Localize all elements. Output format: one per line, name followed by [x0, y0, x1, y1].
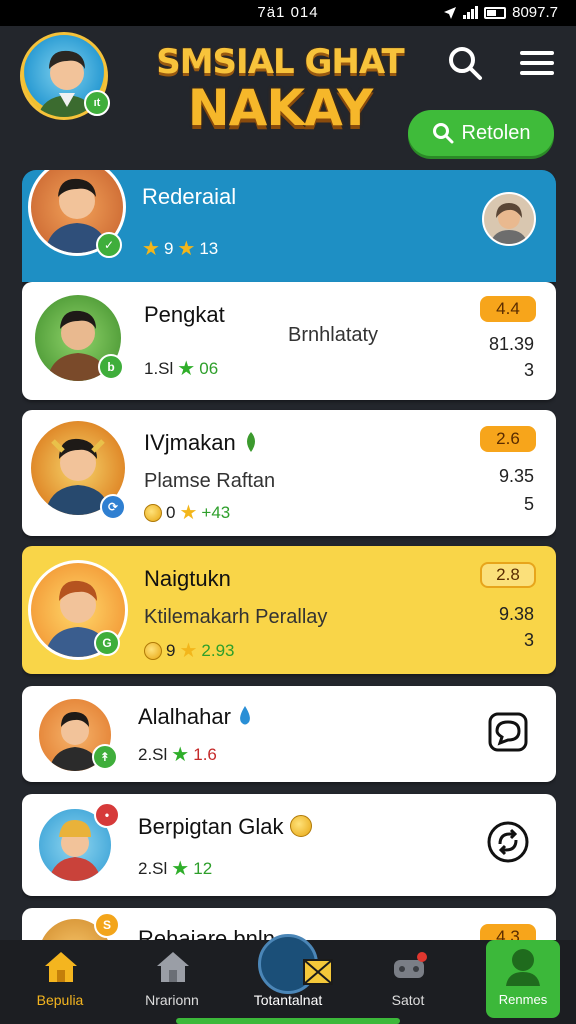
status-bar: 7ä1 014 8097.7 — [0, 0, 576, 26]
logo-line-2: NAKAY — [187, 79, 373, 137]
app-logo: SMSIAL GHAT NAKAY — [150, 42, 410, 134]
list-item[interactable]: ⟳ IVjmakan Plamse Raftan 0 ★ +43 2.6 9.3… — [22, 410, 556, 536]
contact-name: Rehaiare bnln — [138, 926, 275, 940]
center-button — [258, 934, 333, 994]
contact-name: Rederaial — [142, 184, 237, 209]
contact-subtitle: Ktilemakarh Perallay — [144, 606, 328, 628]
star-icon: ★ — [171, 858, 190, 880]
list-item[interactable]: • Berpigtan Glak 2.Sl ★ 12 — [22, 794, 556, 896]
star-icon: ★ — [171, 744, 190, 766]
coin-icon — [144, 503, 162, 522]
retolen-label: Retolen — [461, 121, 531, 144]
status-icons: 8097.7 — [443, 4, 558, 21]
small-avatar[interactable] — [482, 192, 536, 246]
star-icon: ★ — [177, 358, 196, 380]
contact-stats: 2.Sl ★ 12 — [138, 858, 213, 880]
contact-stats: 0 ★ +43 — [144, 500, 230, 525]
contact-name: Pengkat — [144, 302, 225, 327]
verified-badge: ✓ — [96, 232, 122, 258]
nav-label: Totantalnat — [253, 992, 323, 1008]
battery-text: 8097.7 — [512, 4, 558, 21]
nav-label: Bepulia — [36, 992, 84, 1008]
contact-name: IVjmakan — [144, 430, 260, 456]
nav-label: Nrarionn — [145, 992, 199, 1008]
nav-item-totantalnat[interactable]: Totantalnat — [240, 934, 336, 1024]
online-badge: ıt — [84, 90, 110, 116]
mail-icon — [303, 959, 333, 985]
nav-label: Renmes — [498, 992, 548, 1007]
metric-count: 3 — [523, 360, 534, 380]
contact-subtitle: Plamse Raftan — [144, 470, 276, 492]
gamepad-icon — [394, 952, 427, 978]
house-icon — [157, 952, 189, 982]
chat-icon — [488, 712, 528, 752]
contact-name: Naigtukn — [144, 566, 231, 591]
star-icon: ★ — [179, 502, 198, 524]
nav-item-nrarionn[interactable]: Nrarionn — [124, 940, 220, 1024]
refresh-button[interactable] — [486, 820, 530, 864]
metric-value: 81.39 — [488, 334, 534, 354]
nav-item-home[interactable]: Bepulia — [12, 940, 108, 1024]
score-badge: 4.3 — [480, 924, 536, 940]
list-item[interactable]: G Naigtukn Ktilemakarh Perallay 9 ★ 2.93… — [22, 546, 556, 674]
score-badge: 2.6 — [480, 426, 536, 452]
search-icon — [432, 123, 454, 144]
contact-stats: 9 ★ 2.93 — [144, 638, 235, 663]
retolen-button[interactable]: Retolen — [408, 110, 554, 156]
contact-list[interactable]: ✓ Rederaial ★ 9 ★ 13 b Pengkat Brnhlatat… — [22, 170, 556, 940]
list-item[interactable]: b Pengkat Brnhlataty 1.Sl ★ 06 4.4 81.39… — [22, 282, 556, 400]
notification-badge: • — [94, 802, 120, 828]
menu-icon — [520, 51, 554, 75]
nav-item-renmes[interactable]: Renmes — [486, 940, 560, 1018]
status-badge: b — [98, 354, 124, 380]
user-icon — [506, 949, 540, 986]
coin-icon — [289, 815, 312, 837]
logo-line-1: SMSIAL GHAT — [156, 42, 405, 82]
search-button[interactable] — [444, 42, 486, 84]
nav-label: Satot — [391, 992, 425, 1008]
metric-value: 9.35 — [498, 466, 534, 486]
star-icon: ★ — [177, 238, 196, 260]
list-item[interactable]: ↟ Alalhahar 2.Sl ★ 1.6 — [22, 686, 556, 782]
status-badge: S — [94, 912, 120, 938]
chat-button[interactable] — [486, 710, 530, 754]
battery-icon — [484, 6, 507, 19]
contact-stats: 1.Sl ★ 06 — [144, 358, 219, 380]
metric-count: 5 — [523, 494, 534, 514]
nav-item-satot[interactable]: Satot — [360, 940, 456, 1024]
score-badge: 4.4 — [480, 296, 536, 322]
status-badge: ↟ — [92, 744, 118, 770]
contact-stats: ★ 9 ★ 13 — [142, 238, 219, 260]
coin-icon — [144, 641, 162, 660]
contact-name: Berpigtan Glak — [138, 814, 312, 840]
signal-icon — [463, 6, 479, 19]
metric-value: 9.38 — [498, 604, 534, 624]
score-badge: 2.8 — [480, 562, 536, 588]
status-badge: ⟳ — [100, 494, 126, 520]
refresh-icon — [487, 821, 529, 863]
leaf-icon — [246, 432, 255, 452]
list-item[interactable]: ✓ Rederaial ★ 9 ★ 13 — [22, 170, 556, 282]
bottom-nav: Bepulia Nrarionn Totantalnat Satot Renme… — [0, 934, 576, 1024]
star-icon: ★ — [179, 640, 198, 662]
metric-count: 3 — [523, 630, 534, 650]
status-badge: G — [94, 630, 120, 656]
menu-button[interactable] — [516, 42, 558, 84]
contact-name: Alalhahar — [138, 704, 253, 730]
drop-icon — [240, 706, 250, 725]
app-header: ıt SMSIAL GHAT NAKAY Retolen — [0, 26, 576, 168]
location-icon — [444, 6, 457, 19]
star-icon: ★ — [142, 238, 160, 260]
search-icon — [449, 47, 482, 80]
home-icon — [45, 952, 77, 982]
contact-subtitle: Brnhlataty — [288, 324, 379, 346]
home-indicator — [176, 1018, 400, 1024]
contact-stats: 2.Sl ★ 1.6 — [138, 744, 217, 766]
